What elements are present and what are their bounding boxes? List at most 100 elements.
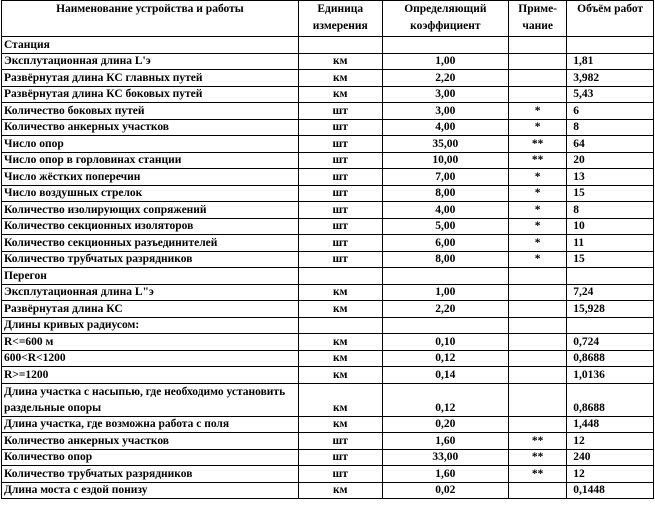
table-row: Длины кривых радиусом: — [1, 316, 654, 334]
table-row: 600<R<1200 км 0,12 0,8688 — [1, 349, 654, 367]
cell-coefficient: 10,00 — [381, 151, 510, 169]
cell-volume: 1,81 — [566, 52, 654, 70]
cell-unit: шт — [297, 102, 383, 120]
cell-note — [508, 69, 568, 87]
cell-unit: км — [297, 333, 383, 351]
cell-volume: 10 — [566, 217, 654, 235]
table-row: Эксплутационная длина L"э км 1,00 7,24 — [1, 283, 654, 301]
cell-unit: км — [297, 69, 383, 87]
cell-unit: км — [297, 52, 383, 70]
cell-unit: шт — [297, 118, 383, 136]
cell-coefficient: 0,20 — [381, 415, 510, 433]
section-row: Перегон — [1, 267, 654, 285]
cell-volume: 0,724 — [566, 333, 654, 351]
cell-name: Количество изолирующих сопряжений — [1, 201, 299, 219]
cell-note: ** — [508, 432, 568, 450]
cell-coefficient: 3,00 — [381, 85, 510, 103]
cell-coefficient: 2,20 — [381, 69, 510, 87]
table-row: Развёрнутая длина КС км 2,20 15,928 — [1, 300, 654, 318]
cell-coefficient: 8,00 — [381, 250, 510, 268]
cell-unit: км — [297, 481, 383, 499]
cell-volume: 8 — [566, 201, 654, 219]
cell-name: Количество анкерных участков — [1, 432, 299, 450]
cell-name: Количество секционных разъединителей — [1, 234, 299, 252]
cell-note: * — [508, 250, 568, 268]
table-row: Количество боковых путей шт 3,00 * 6 — [1, 102, 654, 120]
cell-coefficient: 35,00 — [381, 135, 510, 153]
table-row: Число опор шт 35,00 ** 64 — [1, 135, 654, 153]
cell-name: Длина участка с насыпью, где необходимо … — [1, 382, 299, 417]
work-volume-table: Наименование устройства и работы Единица… — [1, 0, 654, 499]
cell-note — [508, 333, 568, 351]
table-row: Число воздушных стрелок шт 8,00 * 15 — [1, 184, 654, 202]
cell-coefficient: 0,12 — [381, 382, 510, 417]
cell-unit: км — [297, 415, 383, 433]
table-row: Число опор в горловинах станции шт 10,00 **… — [1, 151, 654, 169]
header-coefficient: Определяющий коэффициент — [381, 0, 510, 37]
cell-volume: 3,982 — [566, 69, 654, 87]
cell-coefficient: 8,00 — [381, 184, 510, 202]
cell-volume — [566, 316, 654, 334]
cell-note: * — [508, 184, 568, 202]
cell-name: Развёрнутая длина КС — [1, 300, 299, 318]
cell-coefficient: 0,12 — [381, 349, 510, 367]
cell-name: Количество трубчатых разрядников — [1, 465, 299, 483]
cell-unit: шт — [297, 184, 383, 202]
cell-volume: 5,43 — [566, 85, 654, 103]
cell-name: Количество опор — [1, 448, 299, 466]
cell-name: 600<R<1200 — [1, 349, 299, 367]
cell-volume: 13 — [566, 168, 654, 186]
section-title: Станция — [1, 36, 299, 54]
cell-coefficient — [381, 316, 510, 334]
cell-note — [508, 85, 568, 103]
table-body: Станция Эксплутационная длина L'э км 1,00 1,… — [1, 36, 654, 499]
cell-unit: шт — [297, 151, 383, 169]
cell-unit: шт — [297, 250, 383, 268]
empty-cell — [297, 267, 383, 285]
cell-volume: 12 — [566, 432, 654, 450]
table-row: Эксплутационная длина L'э км 1,00 1,81 — [1, 52, 654, 70]
empty-cell — [566, 36, 654, 54]
empty-cell — [297, 36, 383, 54]
table-row: Количество секционных изоляторов шт 5,00 * 1… — [1, 217, 654, 235]
cell-unit: км — [297, 283, 383, 301]
cell-coefficient: 7,00 — [381, 168, 510, 186]
table-row: R>=1200 км 0,14 1,0136 — [1, 366, 654, 384]
cell-unit: км — [297, 349, 383, 367]
cell-note — [508, 283, 568, 301]
cell-note: * — [508, 217, 568, 235]
header-name: Наименование устройства и работы — [1, 0, 299, 37]
cell-note — [508, 300, 568, 318]
cell-coefficient: 1,60 — [381, 465, 510, 483]
empty-cell — [508, 267, 568, 285]
section-row: Станция — [1, 36, 654, 54]
header-unit: Единица измерения — [297, 0, 383, 37]
empty-cell — [508, 36, 568, 54]
cell-note — [508, 366, 568, 384]
empty-cell — [381, 267, 510, 285]
cell-name: Количество трубчатых разрядников — [1, 250, 299, 268]
cell-volume: 12 — [566, 465, 654, 483]
cell-unit: шт — [297, 201, 383, 219]
table-row: Развёрнутая длина КС боковых путей км 3,00… — [1, 85, 654, 103]
table-row: Количество трубчатых разрядников шт 1,60 **… — [1, 465, 654, 483]
cell-coefficient: 5,00 — [381, 217, 510, 235]
cell-coefficient: 6,00 — [381, 234, 510, 252]
cell-name: Число жёстких поперечин — [1, 168, 299, 186]
cell-name: Количество боковых путей — [1, 102, 299, 120]
cell-volume: 11 — [566, 234, 654, 252]
cell-coefficient: 1,00 — [381, 52, 510, 70]
table-row: Количество анкерных участков шт 1,60 ** 12 — [1, 432, 654, 450]
cell-note: ** — [508, 465, 568, 483]
cell-note: * — [508, 118, 568, 136]
cell-note — [508, 415, 568, 433]
table-row: Количество опор шт 33,00 ** 240 — [1, 448, 654, 466]
cell-note — [508, 382, 568, 417]
empty-cell — [381, 36, 510, 54]
cell-unit: шт — [297, 432, 383, 450]
cell-volume: 1,448 — [566, 415, 654, 433]
cell-note: * — [508, 201, 568, 219]
cell-unit: шт — [297, 234, 383, 252]
empty-cell — [566, 267, 654, 285]
table-row: Длина участка, где возможна работа с пол… — [1, 415, 654, 433]
